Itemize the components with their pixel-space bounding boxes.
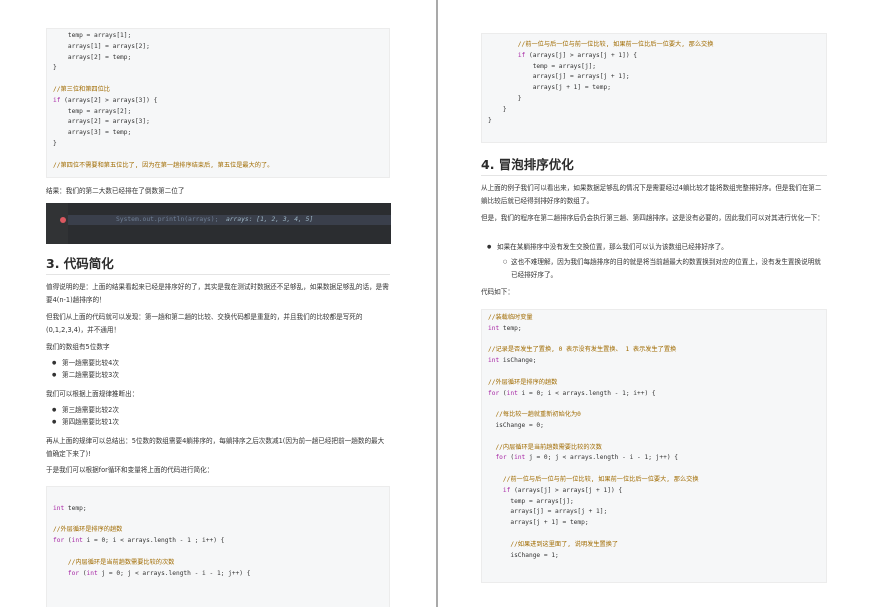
paragraph-1: 值得说明的是：上面的结果看起来已经是排序好的了，其实是我在测试时数据还不足够乱，… xyxy=(46,283,389,304)
paragraph-8: 但是，我们的程序在第二趟排序后仍会执行第三趟、第四趟排序。这是没有必要的，因此我… xyxy=(481,214,824,222)
code-line: temp = arrays[j]; xyxy=(488,62,597,70)
code-line: for (int i = 0; i < arrays.length - 1 ; … xyxy=(53,537,225,545)
code-line: } xyxy=(488,94,522,102)
code-line: arrays[j] = arrays[j + 1]; xyxy=(488,508,608,516)
code-block-3: //前一位与后一位与前一位比较, 如果前一位比后一位要大, 那么交换 if (a… xyxy=(481,33,827,143)
section-3-title: 3. 代码简化 xyxy=(46,256,114,271)
list-2: 第三趟需要比较2次 第四趟需要比较1次 xyxy=(46,405,390,428)
code-line: for (int j = 0; j < arrays.length - i - … xyxy=(495,454,679,462)
code-line: //第四位不需要和第五位比了, 因为在第一趟排序结束后, 第五位是最大的了。 xyxy=(53,161,274,169)
code-line: int temp; xyxy=(53,504,87,512)
ide-code-line: System.out.println(arrays); arrays: [1, … xyxy=(116,216,314,223)
right-page: //前一位与后一位与前一位比较, 如果前一位比后一位要大, 那么交换 if (a… xyxy=(438,0,871,607)
list-3: 如果在某躺排序中没有发生交换位置，那么我们可以认为该数组已经排好序了。 xyxy=(481,242,827,254)
section-4-rule xyxy=(481,175,827,176)
code-line: //内层循环是当前趟数需要比较的次数 xyxy=(488,443,602,451)
result-text: 结果：我们的第二大数已经排在了倒数第二位了 xyxy=(46,187,185,195)
paragraph-3: 我们的数组有5位数字 xyxy=(46,343,110,351)
paragraph-2: 但我们从上面的代码就可以发现：第一趟和第二趟的比较、交换代码都是重复的，并且我们… xyxy=(46,313,363,334)
list-4: 这也不难理解，因为我们每趟排序的目的就是将当前趟最大的数置换到对应的位置上，没有… xyxy=(481,256,827,281)
paragraph-7: 从上面的例子我们可以看出来，如果数据足够乱的情况下是需要经过4躺比较才能将数组完… xyxy=(481,184,822,205)
code-line: //外层循环是排序的趟数 xyxy=(488,378,558,386)
code-line: isChange = 1; xyxy=(488,551,559,559)
code-line: //内层循环是当前趟数需要比较的次数 xyxy=(53,558,175,566)
code-line: if (arrays[j] > arrays[j + 1]) { xyxy=(502,486,623,494)
code-line: int isChange; xyxy=(488,357,537,365)
code-line: //装载临时变量 xyxy=(488,314,533,321)
code-line: temp = arrays[2]; xyxy=(53,107,132,115)
list-item: 第二趟需要比较3次 xyxy=(46,370,390,382)
section-4-title: 4. 冒泡排序优化 xyxy=(481,157,574,172)
paragraph-6: 于是我们可以根据for循环和变量将上面的代码进行简化： xyxy=(46,466,214,474)
list-item: 第一趟需要比较4次 xyxy=(46,358,390,370)
code-line: arrays[1] = arrays[2]; xyxy=(53,42,150,50)
code-line: } xyxy=(53,64,57,72)
list-item: 这也不难理解，因为我们每趟排序的目的就是将当前趟最大的数置换到对应的位置上，没有… xyxy=(481,256,827,281)
code-line: arrays[j + 1] = temp; xyxy=(488,519,589,527)
left-page: temp = arrays[1]; arrays[1] = arrays[2];… xyxy=(0,0,436,607)
ide-debug-screenshot: System.out.println(arrays); arrays: [1, … xyxy=(46,203,391,244)
code-line: //前一位与后一位与前一位比较, 如果前一位比后一位要大, 那么交换 xyxy=(488,475,699,483)
paragraph-9: 代码如下： xyxy=(481,288,514,296)
code-line: //第三位和第四位比 xyxy=(53,85,110,93)
code-line: arrays[2] = arrays[3]; xyxy=(53,118,150,126)
code-line: } xyxy=(488,116,492,124)
code-block-4: //装载临时变量 int temp; //记录是否发生了置换, 0 表示没有发生置换… xyxy=(481,309,827,583)
code-line: //外层循环是排序的趟数 xyxy=(53,526,123,534)
code-block-1: temp = arrays[1]; arrays[1] = arrays[2];… xyxy=(46,28,390,178)
paragraph-5: 再从上面的规律可以总结出：5位数的数组需要4躺排序的，每躺排序之后次数减1(因为… xyxy=(46,437,385,458)
code-line: arrays[3] = temp; xyxy=(53,129,132,137)
code-line: arrays[j] = arrays[j + 1]; xyxy=(488,73,630,81)
code-line: //如果进到这里面了, 说明发生置换了 xyxy=(488,540,619,548)
code-line: //每比较一趟就重新初始化为0 xyxy=(488,411,581,419)
list-item: 第三趟需要比较2次 xyxy=(46,405,390,417)
code-line: //记录是否发生了置换, 0 表示没有发生置换、 1 表示发生了置换 xyxy=(488,346,677,354)
paragraph-4: 我们可以根据上面规律推断出： xyxy=(46,390,139,398)
code-line: temp = arrays[1]; xyxy=(53,32,132,39)
breakpoint-icon xyxy=(60,217,66,223)
code-line: arrays[2] = temp; xyxy=(53,53,132,61)
code-line: isChange = 0; xyxy=(488,421,544,429)
section-3-rule xyxy=(46,274,390,275)
ide-inline-hint: arrays: [1, 2, 3, 4, 5] xyxy=(225,216,314,223)
code-line: arrays[j + 1] = temp; xyxy=(488,84,611,92)
ide-gutter xyxy=(46,203,68,244)
code-line: //前一位与后一位与前一位比较, 如果前一位比后一位要大, 那么交换 xyxy=(488,41,714,48)
code-block-2: int temp; //外层循环是排序的趟数 for (int i = 0; i <… xyxy=(46,486,390,607)
code-line: if (arrays[2] > arrays[3]) { xyxy=(53,96,158,104)
code-line: } xyxy=(53,139,57,147)
list-item: 第四趟需要比较1次 xyxy=(46,417,390,429)
code-line: temp = arrays[j]; xyxy=(488,497,574,505)
code-line: } xyxy=(488,105,507,113)
code-line: if (arrays[j] > arrays[j + 1]) { xyxy=(517,51,638,59)
list-item: 如果在某躺排序中没有发生交换位置，那么我们可以认为该数组已经排好序了。 xyxy=(481,242,827,254)
list-1: 第一趟需要比较4次 第二趟需要比较3次 xyxy=(46,358,390,381)
code-line: int temp; xyxy=(488,324,522,332)
code-line: for (int i = 0; i < arrays.length - 1; i… xyxy=(488,389,656,397)
code-line: for (int j = 0; j < arrays.length - i - … xyxy=(67,569,251,577)
